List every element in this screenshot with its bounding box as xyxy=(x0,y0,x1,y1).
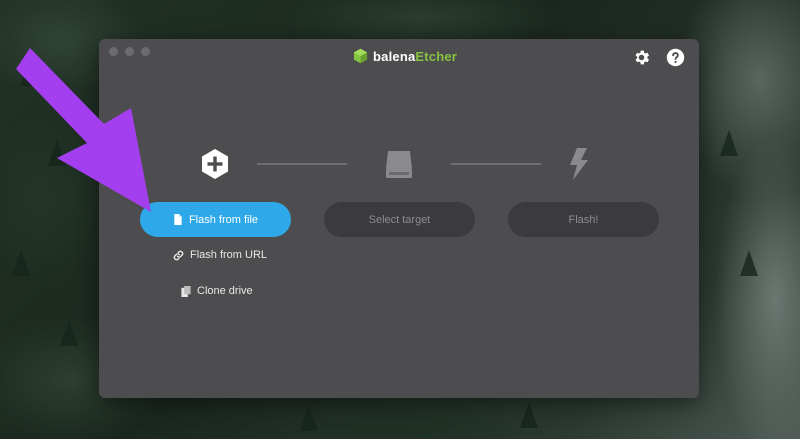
annotation-arrow-icon xyxy=(16,48,151,212)
